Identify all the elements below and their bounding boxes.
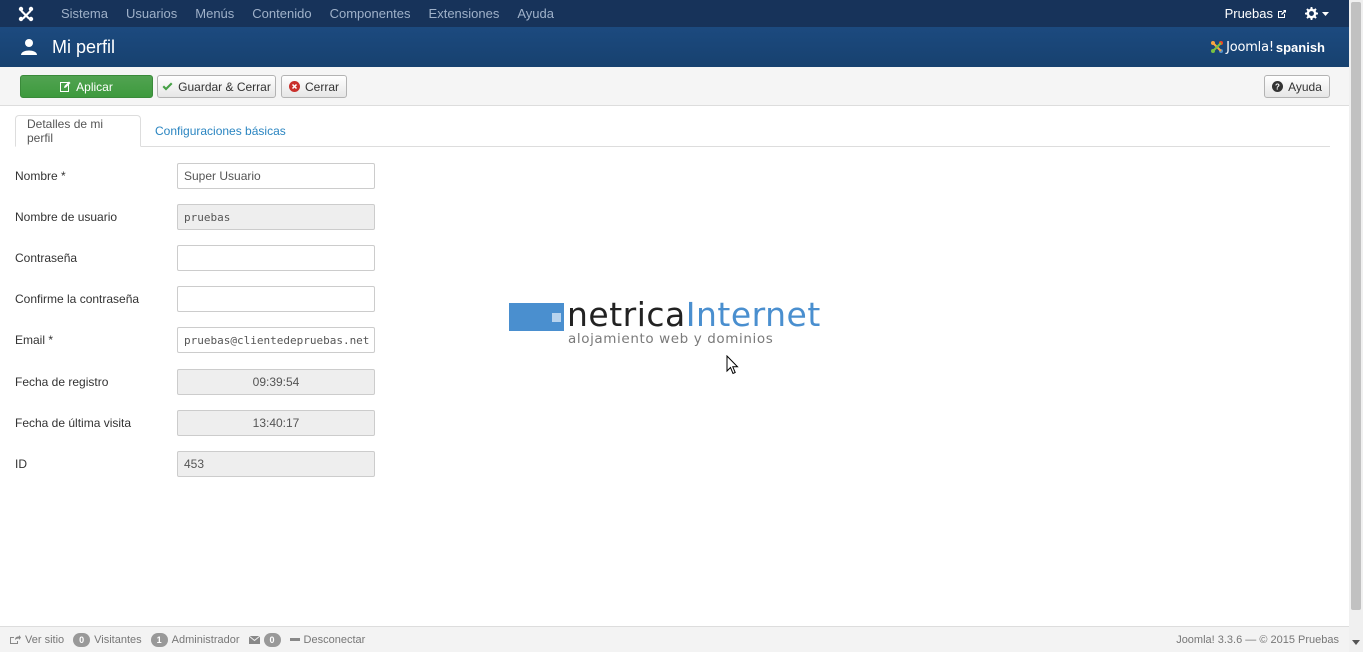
external-link-icon [1278,9,1286,18]
tab-basic-settings[interactable]: Configuraciones básicas [144,115,297,147]
admin-status: 1 Administrador [150,632,240,647]
page-title: Mi perfil [52,36,116,57]
view-site-label: Ver sitio [25,633,65,646]
close-button[interactable]: Cerrar [281,75,347,98]
netrica-word-part1: netrica [567,295,686,334]
id-row: ID 453 [15,451,375,477]
scroll-down-arrow-icon[interactable] [1352,640,1360,645]
last-visit-input: 13:40:17 [177,410,375,436]
apply-button[interactable]: Aplicar [20,75,153,98]
netrica-logo-box [509,303,564,331]
name-row: Nombre * Super Usuario [15,163,375,189]
view-site-link[interactable]: Ver sitio [10,634,64,646]
email-row: Email * pruebas@clientedepruebas.net [15,327,375,353]
joomla-logo-icon[interactable] [0,0,52,27]
name-input[interactable]: Super Usuario [177,163,375,189]
joomla-color-logo-icon [1211,41,1224,53]
confirm-password-input[interactable] [177,286,375,312]
password-input[interactable] [177,245,375,271]
id-input: 453 [177,451,375,477]
netrica-tagline: alojamiento web y dominios [568,331,774,347]
email-input[interactable]: pruebas@clientedepruebas.net [177,327,375,353]
email-label: Email * [15,333,54,347]
caret-down-icon [1322,11,1329,16]
register-date-label: Fecha de registro [15,375,109,389]
last-visit-row: Fecha de última visita 13:40:17 [15,410,375,436]
menu-contenido[interactable]: Contenido [243,0,320,27]
netrica-word-part2: Internet [685,295,821,334]
admin-count-badge: 1 [150,632,168,647]
messages-status[interactable]: 0 [248,632,281,647]
scrollbar-thumb[interactable] [1351,2,1361,610]
menu-componentes[interactable]: Componentes [321,0,420,27]
close-label: Cerrar [304,79,339,94]
menu-ayuda[interactable]: Ayuda [508,0,563,27]
edit-icon [60,81,71,92]
help-label: Ayuda [1288,79,1322,94]
tab-profile-details[interactable]: Detalles de mi perfil [15,115,141,147]
name-label: Nombre * [15,169,66,183]
last-visit-label: Fecha de última visita [15,416,132,430]
status-footer: Ver sitio 0 Visitantes 1 Administrador 0… [0,626,1349,652]
mouse-cursor-icon [726,355,739,375]
register-date-row: Fecha de registro 09:39:54 [15,369,375,395]
netrica-wordmark: netricaInternet [567,295,821,335]
settings-dropdown[interactable] [1305,7,1349,20]
menu-sistema[interactable]: Sistema [52,0,117,27]
check-icon [162,82,173,90]
user-icon [21,39,37,55]
page-scrollbar[interactable] [1349,0,1363,652]
username-input: pruebas [177,204,375,230]
username-row: Nombre de usuario pruebas [15,204,375,230]
envelope-icon [248,635,260,644]
page-header: Mi perfil Joomla! spanish [0,27,1349,67]
menu-menus[interactable]: Menús [186,0,243,27]
confirm-password-label: Confirme la contraseña [15,292,140,306]
id-label: ID [15,457,27,471]
toolbar: Aplicar Guardar & Cerrar Cerrar ? Ayuda [0,67,1349,106]
logo-spanish-text: spanish [1275,39,1325,55]
password-row: Contraseña [15,245,375,271]
top-navbar: Sistema Usuarios Menús Contenido Compone… [0,0,1349,27]
apply-label: Aplicar [76,79,113,94]
help-button[interactable]: ? Ayuda [1264,75,1330,98]
share-icon [10,635,21,644]
visitors-label: Visitantes [94,633,142,646]
confirm-password-row: Confirme la contraseña [15,286,375,312]
messages-count-badge: 0 [263,632,281,647]
save-close-label: Guardar & Cerrar [178,79,271,94]
visitors-count-badge: 0 [73,632,91,647]
menu-usuarios[interactable]: Usuarios [117,0,186,27]
logout-label: Desconectar [303,633,366,646]
admin-label: Administrador [171,633,240,646]
minus-icon [289,637,300,641]
save-close-button[interactable]: Guardar & Cerrar [157,75,276,98]
joomla-spanish-logo: Joomla! spanish [1210,40,1325,55]
password-label: Contraseña [15,251,78,265]
gear-icon [1305,7,1318,20]
logo-joomla-text: Joomla! [1226,39,1274,55]
site-name: Pruebas [1224,6,1273,21]
menu-extensiones[interactable]: Extensiones [420,0,509,27]
register-date-input: 09:39:54 [177,369,375,395]
question-circle-icon: ? [1272,81,1284,92]
site-link[interactable]: Pruebas [1225,6,1305,21]
visitors-status: 0 Visitantes [73,632,142,647]
username-label: Nombre de usuario [15,210,118,224]
copyright-text: Joomla! 3.3.6 — © 2015 Pruebas [1176,633,1339,646]
close-circle-icon [288,81,300,92]
netrica-logo: netricaInternet alojamiento web y domini… [508,295,848,350]
profile-tabs: Detalles de mi perfil Configuraciones bá… [15,115,1330,147]
logout-link[interactable]: Desconectar [289,633,366,646]
svg-text:?: ? [1275,83,1280,92]
